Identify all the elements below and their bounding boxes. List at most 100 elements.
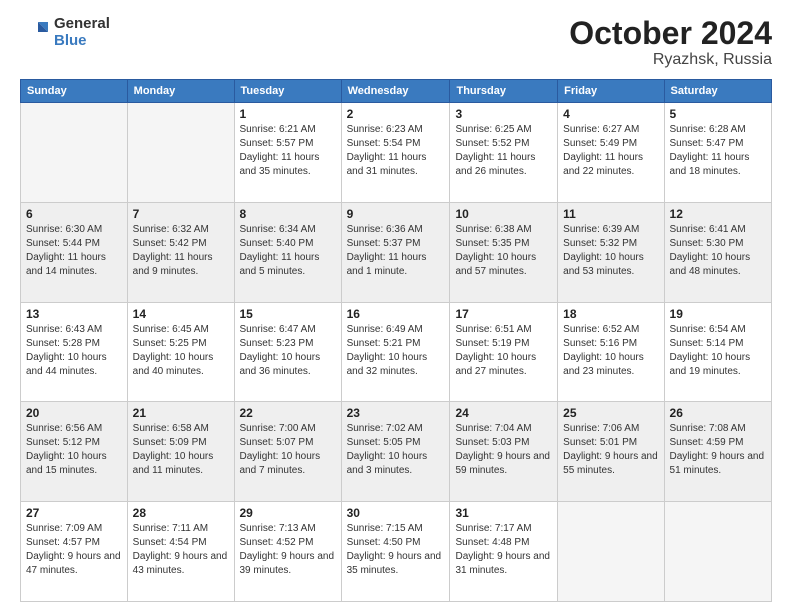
day-number: 19 <box>670 307 766 321</box>
day-number: 2 <box>347 107 445 121</box>
day-number: 5 <box>670 107 766 121</box>
day-info: Sunrise: 7:13 AM Sunset: 4:52 PM Dayligh… <box>240 522 336 578</box>
day-number: 23 <box>347 406 445 420</box>
col-thursday: Thursday <box>450 80 558 103</box>
logo-blue-text: Blue <box>54 33 110 50</box>
calendar-week-row: 13 Sunrise: 6:43 AM Sunset: 5:28 PM Dayli… <box>21 302 772 402</box>
table-row: 23 Sunrise: 7:02 AM Sunset: 5:05 PM Dayli… <box>341 402 450 502</box>
table-row: 24Sunrise: 7:04 AM Sunset: 5:03 PM Dayli… <box>450 402 558 502</box>
title-block: October 2024 Ryazhsk, Russia <box>569 16 772 69</box>
table-row: 7Sunrise: 6:32 AM Sunset: 5:42 PM Daylig… <box>127 202 234 302</box>
day-number: 13 <box>26 307 122 321</box>
day-info: Sunrise: 7:02 AM Sunset: 5:05 PM Dayligh… <box>347 422 445 478</box>
table-row: 5Sunrise: 6:28 AM Sunset: 5:47 PM Daylig… <box>664 103 771 203</box>
day-number: 15 <box>240 307 336 321</box>
logo: General Blue <box>20 16 110 49</box>
table-row: 17 Sunrise: 6:51 AM Sunset: 5:19 PM Dayli… <box>450 302 558 402</box>
day-info: Sunrise: 6:43 AM Sunset: 5:28 PM Dayligh… <box>26 323 122 379</box>
day-info: Sunrise: 6:25 AM Sunset: 5:52 PM Dayligh… <box>455 123 552 179</box>
day-info: Sunrise: 6:30 AM Sunset: 5:44 PM Dayligh… <box>26 223 122 279</box>
table-row: 3 Sunrise: 6:25 AM Sunset: 5:52 PM Daylig… <box>450 103 558 203</box>
day-number: 1 <box>240 107 336 121</box>
table-row: 16 Sunrise: 6:49 AM Sunset: 5:21 PM Dayli… <box>341 302 450 402</box>
table-row: 15 Sunrise: 6:47 AM Sunset: 5:23 PM Dayli… <box>234 302 341 402</box>
day-number: 30 <box>347 506 445 520</box>
day-info: Sunrise: 7:11 AM Sunset: 4:54 PM Dayligh… <box>133 522 229 578</box>
table-row: 30 Sunrise: 7:15 AM Sunset: 4:50 PM Dayli… <box>341 502 450 602</box>
table-row <box>664 502 771 602</box>
col-monday: Monday <box>127 80 234 103</box>
table-row: 11 Sunrise: 6:39 AM Sunset: 5:32 PM Dayli… <box>558 202 664 302</box>
col-saturday: Saturday <box>664 80 771 103</box>
day-info: Sunrise: 6:36 AM Sunset: 5:37 PM Dayligh… <box>347 223 445 279</box>
day-info: Sunrise: 6:27 AM Sunset: 5:49 PM Dayligh… <box>563 123 658 179</box>
calendar-week-row: 27 Sunrise: 7:09 AM Sunset: 4:57 PM Dayli… <box>21 502 772 602</box>
day-info: Sunrise: 6:51 AM Sunset: 5:19 PM Dayligh… <box>455 323 552 379</box>
day-info: Sunrise: 7:17 AM Sunset: 4:48 PM Dayligh… <box>455 522 552 578</box>
page: General Blue October 2024 Ryazhsk, Russi… <box>0 0 792 612</box>
table-row: 26Sunrise: 7:08 AM Sunset: 4:59 PM Dayli… <box>664 402 771 502</box>
header: General Blue October 2024 Ryazhsk, Russi… <box>20 16 772 69</box>
col-wednesday: Wednesday <box>341 80 450 103</box>
table-row <box>21 103 128 203</box>
day-info: Sunrise: 6:21 AM Sunset: 5:57 PM Dayligh… <box>240 123 336 179</box>
day-number: 25 <box>563 406 658 420</box>
day-info: Sunrise: 6:32 AM Sunset: 5:42 PM Dayligh… <box>133 223 229 279</box>
table-row: 6 Sunrise: 6:30 AM Sunset: 5:44 PM Daylig… <box>21 202 128 302</box>
day-number: 12 <box>670 207 766 221</box>
calendar-week-row: 6 Sunrise: 6:30 AM Sunset: 5:44 PM Daylig… <box>21 202 772 302</box>
title-month: October 2024 <box>569 16 772 51</box>
day-number: 26 <box>670 406 766 420</box>
day-info: Sunrise: 6:58 AM Sunset: 5:09 PM Dayligh… <box>133 422 229 478</box>
day-info: Sunrise: 7:00 AM Sunset: 5:07 PM Dayligh… <box>240 422 336 478</box>
title-location: Ryazhsk, Russia <box>569 51 772 69</box>
table-row: 25 Sunrise: 7:06 AM Sunset: 5:01 PM Dayli… <box>558 402 664 502</box>
calendar-week-row: 20Sunrise: 6:56 AM Sunset: 5:12 PM Dayli… <box>21 402 772 502</box>
calendar-header-row: Sunday Monday Tuesday Wednesday Thursday… <box>21 80 772 103</box>
col-tuesday: Tuesday <box>234 80 341 103</box>
table-row: 31 Sunrise: 7:17 AM Sunset: 4:48 PM Dayli… <box>450 502 558 602</box>
day-number: 8 <box>240 207 336 221</box>
day-number: 16 <box>347 307 445 321</box>
day-info: Sunrise: 7:06 AM Sunset: 5:01 PM Dayligh… <box>563 422 658 478</box>
table-row: 14Sunrise: 6:45 AM Sunset: 5:25 PM Dayli… <box>127 302 234 402</box>
day-number: 4 <box>563 107 658 121</box>
day-number: 21 <box>133 406 229 420</box>
col-friday: Friday <box>558 80 664 103</box>
calendar-table: Sunday Monday Tuesday Wednesday Thursday… <box>20 79 772 602</box>
table-row: 2Sunrise: 6:23 AM Sunset: 5:54 PM Daylig… <box>341 103 450 203</box>
day-number: 6 <box>26 207 122 221</box>
logo-general-text: General <box>54 16 110 33</box>
day-info: Sunrise: 6:38 AM Sunset: 5:35 PM Dayligh… <box>455 223 552 279</box>
day-number: 10 <box>455 207 552 221</box>
day-info: Sunrise: 6:39 AM Sunset: 5:32 PM Dayligh… <box>563 223 658 279</box>
day-info: Sunrise: 6:49 AM Sunset: 5:21 PM Dayligh… <box>347 323 445 379</box>
table-row: 29Sunrise: 7:13 AM Sunset: 4:52 PM Dayli… <box>234 502 341 602</box>
day-info: Sunrise: 6:45 AM Sunset: 5:25 PM Dayligh… <box>133 323 229 379</box>
day-info: Sunrise: 7:15 AM Sunset: 4:50 PM Dayligh… <box>347 522 445 578</box>
table-row: 9 Sunrise: 6:36 AM Sunset: 5:37 PM Daylig… <box>341 202 450 302</box>
day-number: 22 <box>240 406 336 420</box>
day-number: 11 <box>563 207 658 221</box>
table-row <box>558 502 664 602</box>
day-number: 3 <box>455 107 552 121</box>
table-row <box>127 103 234 203</box>
day-number: 9 <box>347 207 445 221</box>
day-number: 17 <box>455 307 552 321</box>
day-number: 27 <box>26 506 122 520</box>
day-info: Sunrise: 6:34 AM Sunset: 5:40 PM Dayligh… <box>240 223 336 279</box>
logo-icon <box>20 18 50 48</box>
day-info: Sunrise: 7:09 AM Sunset: 4:57 PM Dayligh… <box>26 522 122 578</box>
day-info: Sunrise: 6:47 AM Sunset: 5:23 PM Dayligh… <box>240 323 336 379</box>
table-row: 4 Sunrise: 6:27 AM Sunset: 5:49 PM Daylig… <box>558 103 664 203</box>
day-number: 31 <box>455 506 552 520</box>
table-row: 10 Sunrise: 6:38 AM Sunset: 5:35 PM Dayli… <box>450 202 558 302</box>
day-info: Sunrise: 6:56 AM Sunset: 5:12 PM Dayligh… <box>26 422 122 478</box>
table-row: 8 Sunrise: 6:34 AM Sunset: 5:40 PM Daylig… <box>234 202 341 302</box>
table-row: 22 Sunrise: 7:00 AM Sunset: 5:07 PM Dayli… <box>234 402 341 502</box>
day-info: Sunrise: 6:54 AM Sunset: 5:14 PM Dayligh… <box>670 323 766 379</box>
table-row: 20Sunrise: 6:56 AM Sunset: 5:12 PM Dayli… <box>21 402 128 502</box>
col-sunday: Sunday <box>21 80 128 103</box>
table-row: 13 Sunrise: 6:43 AM Sunset: 5:28 PM Dayli… <box>21 302 128 402</box>
table-row: 21 Sunrise: 6:58 AM Sunset: 5:09 PM Dayli… <box>127 402 234 502</box>
